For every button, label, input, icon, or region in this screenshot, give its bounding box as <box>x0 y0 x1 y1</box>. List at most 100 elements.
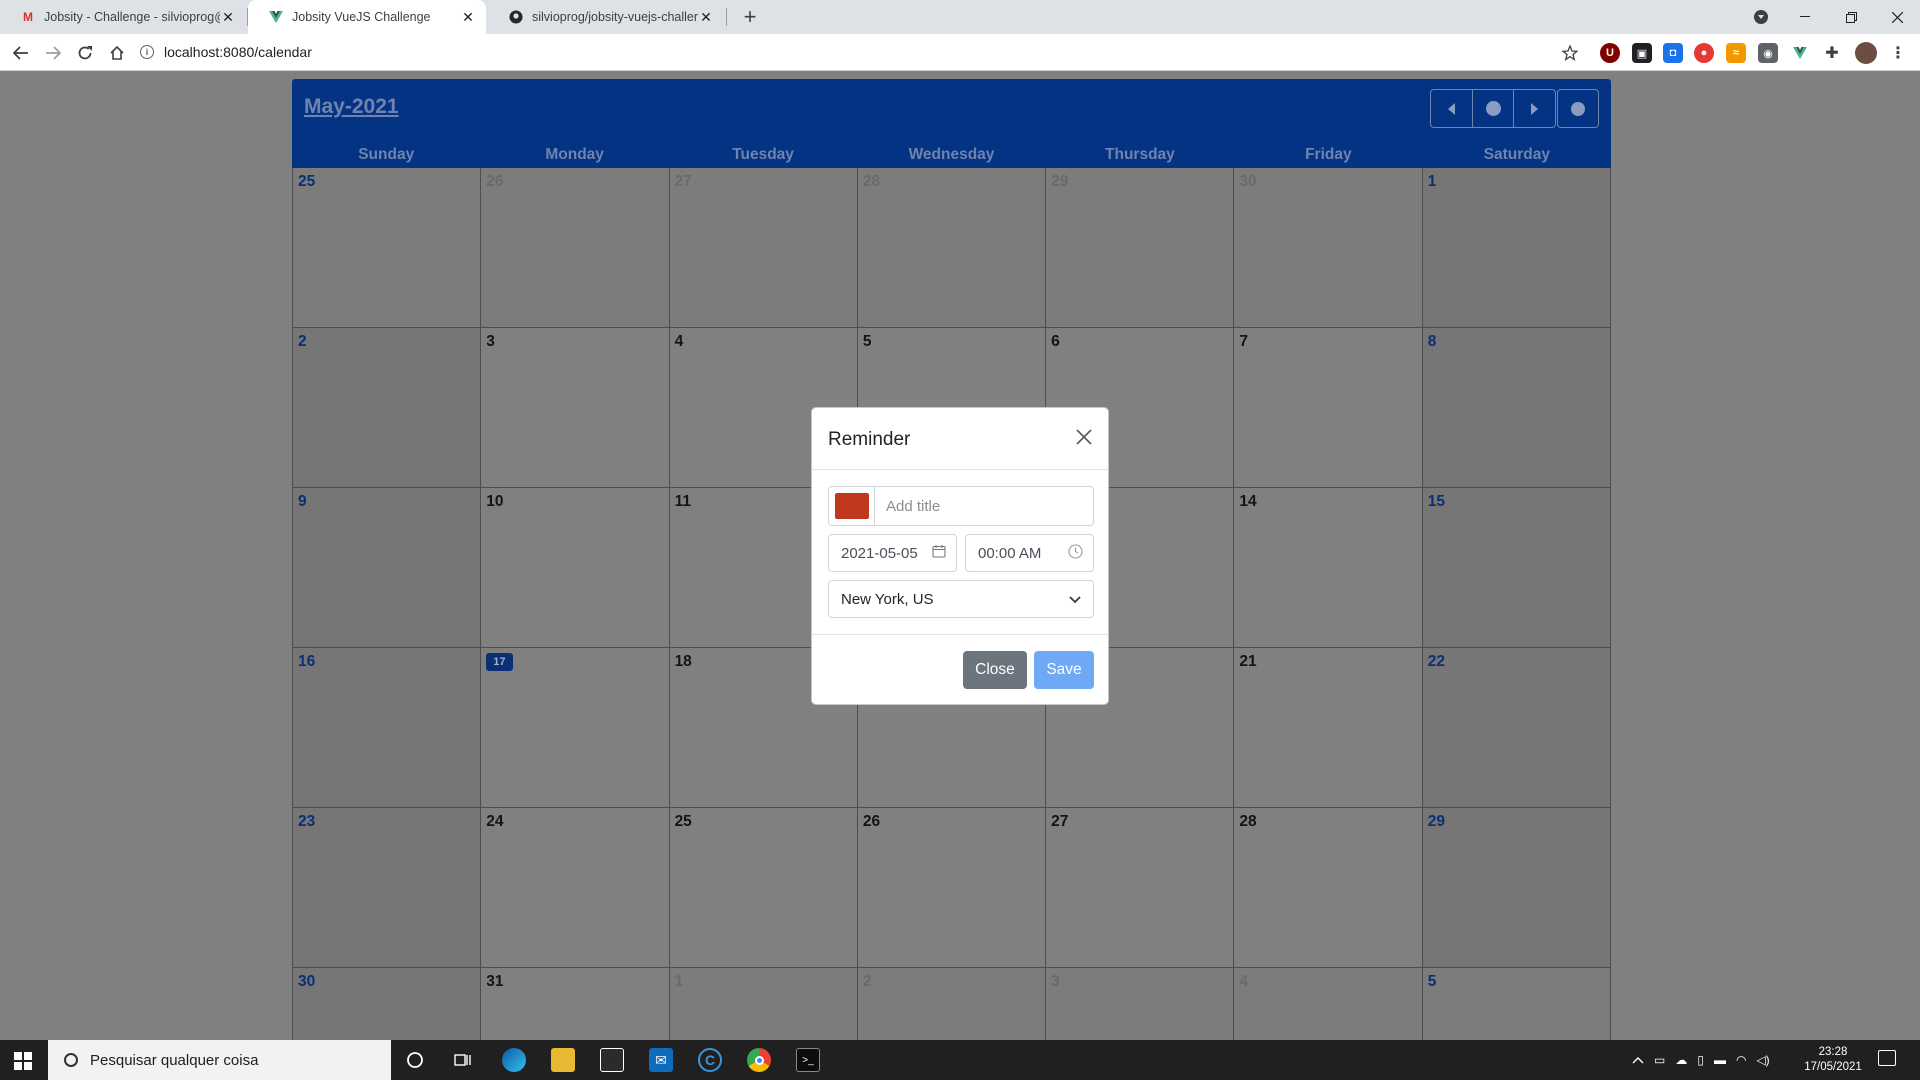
system-tray: ▭ ☁ ▯ ▬ ◠ ◁) <box>1632 1040 1770 1080</box>
color-picker-button[interactable] <box>829 487 875 525</box>
url-bar[interactable]: i localhost:8080/calendar <box>140 38 1570 66</box>
date-field[interactable]: 2021-05-05 <box>828 534 957 572</box>
day-cell[interactable]: 7 <box>1234 328 1423 488</box>
day-cell[interactable]: 1 <box>1422 168 1611 328</box>
close-icon[interactable]: ✕ <box>698 9 714 26</box>
home-button[interactable] <box>104 40 130 66</box>
time-field[interactable]: 00:00 AM <box>965 534 1094 572</box>
edge-icon[interactable] <box>502 1048 526 1072</box>
day-number: 27 <box>1051 813 1069 830</box>
day-cell[interactable]: 28 <box>1234 808 1423 968</box>
taskbar-clock[interactable]: 23:28 17/05/2021 <box>1788 1045 1878 1075</box>
day-cell[interactable]: 25 <box>669 808 858 968</box>
bookmark-star-icon[interactable] <box>1557 40 1583 66</box>
tab-gmail[interactable]: M Jobsity - Challenge - silvioprog@ ✕ <box>0 0 246 34</box>
day-cell[interactable]: 15 <box>1422 488 1611 648</box>
onedrive-icon[interactable]: ☁ <box>1675 1053 1687 1067</box>
day-number: 30 <box>1239 173 1257 190</box>
reload-button[interactable] <box>72 40 98 66</box>
close-icon[interactable] <box>1072 425 1096 449</box>
close-window-button[interactable] <box>1874 0 1920 34</box>
day-number: 1 <box>1427 173 1437 190</box>
mail-icon[interactable]: ✉ <box>649 1048 673 1072</box>
weekday-header: Sunday Monday Tuesday Wednesday Thursday… <box>292 141 1611 168</box>
day-cell[interactable]: 14 <box>1234 488 1423 648</box>
notification-icon[interactable] <box>1878 1050 1896 1066</box>
profile-avatar[interactable] <box>1855 42 1877 64</box>
close-icon[interactable]: ✕ <box>460 9 476 26</box>
record-extension-icon[interactable]: ● <box>1694 43 1714 63</box>
app-c-icon[interactable]: C <box>698 1048 722 1072</box>
chrome-icon[interactable] <box>747 1048 771 1072</box>
day-cell[interactable]: 21 <box>1234 648 1423 808</box>
day-cell[interactable]: 9 <box>293 488 482 648</box>
day-cell[interactable]: 8 <box>1422 328 1611 488</box>
next-month-button[interactable] <box>1514 90 1555 127</box>
extensions-puzzle-icon[interactable]: ✚ <box>1822 43 1842 63</box>
extension-icon[interactable]: ▣ <box>1632 43 1652 63</box>
day-cell[interactable]: 26 <box>481 168 670 328</box>
device-icon[interactable]: ▯ <box>1697 1053 1704 1067</box>
wifi-icon[interactable]: ◠ <box>1736 1053 1746 1067</box>
tab-github[interactable]: silvioprog/jobsity-vuejs-challeng ✕ <box>488 0 724 34</box>
day-cell[interactable]: 27 <box>669 168 858 328</box>
day-cell[interactable]: 29 <box>1046 168 1235 328</box>
day-cell[interactable]: 17 <box>481 648 670 808</box>
month-title[interactable]: May-2021 <box>304 95 399 119</box>
save-button[interactable]: Save <box>1034 651 1094 689</box>
battery-icon[interactable]: ▬ <box>1714 1053 1726 1067</box>
task-view-icon[interactable] <box>451 1048 475 1072</box>
rss-extension-icon[interactable]: ≈ <box>1726 43 1746 63</box>
day-number: 5 <box>1427 973 1437 990</box>
day-cell[interactable]: 16 <box>293 648 482 808</box>
close-button[interactable]: Close <box>963 651 1027 689</box>
day-cell[interactable]: 24 <box>481 808 670 968</box>
info-button[interactable] <box>1557 89 1599 128</box>
day-cell[interactable]: 3 <box>481 328 670 488</box>
calendar-icon[interactable] <box>932 544 946 562</box>
day-cell[interactable]: 28 <box>857 168 1047 328</box>
screen-capture-extension-icon[interactable]: ◘ <box>1663 43 1683 63</box>
day-cell[interactable]: 10 <box>481 488 670 648</box>
store-icon[interactable] <box>600 1048 624 1072</box>
day-cell[interactable]: 26 <box>857 808 1047 968</box>
day-cell[interactable]: 2 <box>293 328 482 488</box>
browser-menu-icon[interactable]: ⋮ <box>1888 43 1908 63</box>
volume-icon[interactable]: ◁) <box>1756 1053 1769 1067</box>
reminder-title-input[interactable] <box>875 487 1093 525</box>
day-number: 28 <box>862 173 881 190</box>
day-cell[interactable]: 30 <box>1234 168 1423 328</box>
prev-month-button[interactable] <box>1431 90 1473 127</box>
file-explorer-icon[interactable] <box>551 1048 575 1072</box>
vue-devtools-extension-icon[interactable] <box>1790 43 1810 63</box>
ublock-extension-icon[interactable]: U <box>1600 43 1620 63</box>
day-cell[interactable]: 25 <box>293 168 482 328</box>
new-tab-button[interactable]: + <box>738 4 762 30</box>
cortana-icon[interactable] <box>403 1048 427 1072</box>
terminal-icon[interactable]: >_ <box>796 1048 820 1072</box>
network-icon[interactable]: ▭ <box>1654 1053 1665 1067</box>
day-cell[interactable]: 23 <box>293 808 482 968</box>
start-button[interactable] <box>14 1052 32 1070</box>
back-button[interactable] <box>8 40 34 66</box>
day-cell[interactable]: 27 <box>1046 808 1235 968</box>
circle-icon <box>1485 101 1501 116</box>
devtools-extension-icon[interactable]: ◉ <box>1758 43 1778 63</box>
info-icon[interactable]: i <box>140 45 154 59</box>
taskbar-search[interactable]: Pesquisar qualquer coisa <box>48 1040 391 1080</box>
tab-search-icon[interactable] <box>1738 0 1784 34</box>
day-number: 4 <box>674 333 684 350</box>
day-cell[interactable]: 29 <box>1422 808 1611 968</box>
today-button[interactable] <box>1473 90 1515 127</box>
forward-button[interactable] <box>40 40 66 66</box>
weekday-label: Thursday <box>1105 146 1175 163</box>
day-cell[interactable]: 22 <box>1422 648 1611 808</box>
minimize-button[interactable] <box>1782 0 1828 34</box>
tab-vue-challenge[interactable]: Jobsity VueJS Challenge ✕ <box>248 0 486 34</box>
close-icon[interactable]: ✕ <box>220 9 236 26</box>
restore-button[interactable] <box>1828 0 1874 34</box>
clock-icon[interactable] <box>1068 543 1083 563</box>
city-select[interactable]: New York, US <box>828 580 1094 618</box>
day-number: 27 <box>674 173 692 190</box>
chevron-up-icon[interactable] <box>1632 1053 1644 1067</box>
